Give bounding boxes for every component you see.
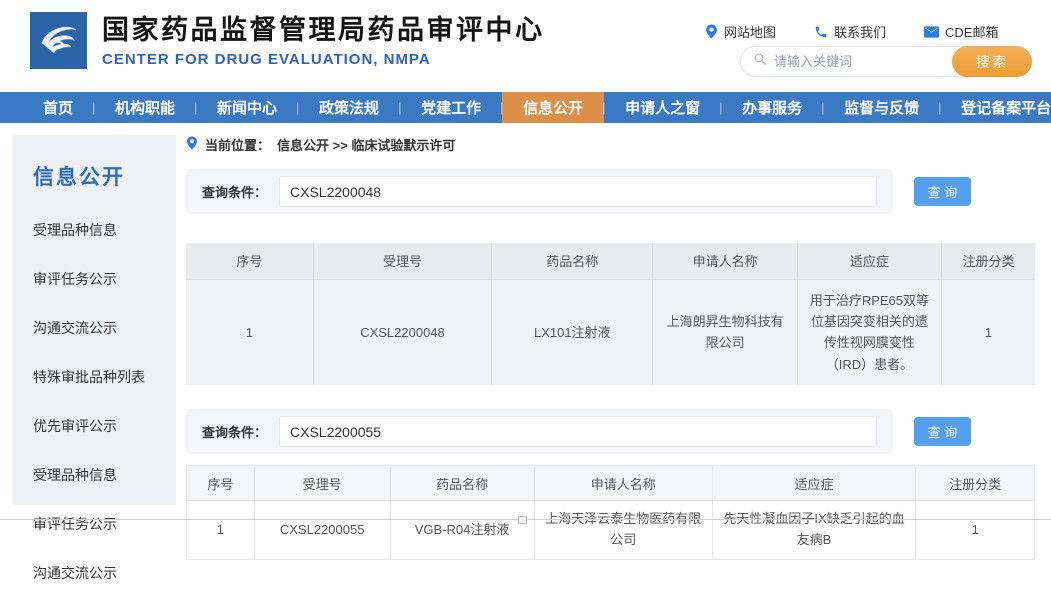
site-search-bar: 搜索 xyxy=(740,46,1032,77)
nav-item-info-disclosure[interactable]: 信息公开 xyxy=(500,92,605,123)
sitemap-link[interactable]: 网站地图 xyxy=(705,22,776,41)
resize-handle[interactable] xyxy=(518,516,527,524)
sidebar-title: 信息公开 xyxy=(33,166,125,189)
col-header-indication: 适应症 xyxy=(797,243,943,280)
sitemap-label: 网站地图 xyxy=(724,25,777,40)
mail-icon xyxy=(924,25,940,38)
col-header-applicant: 申请人名称 xyxy=(533,465,713,502)
cell-applicant: 上海天泽云泰生物医药有限公司 xyxy=(533,500,713,560)
query-row-1: 查询条件： 查 询 xyxy=(186,169,1035,214)
col-header-reg-class: 注册分类 xyxy=(941,243,1035,280)
col-header-seq: 序号 xyxy=(186,243,314,280)
contact-us-label: 联系我们 xyxy=(834,25,887,40)
cell-drug-name: VGB-R04注射液 xyxy=(389,500,535,560)
site-title: 国家药品监督管理局药品审评中心 xyxy=(102,15,545,45)
query-section-1: 查询条件： 查 询 序号 受理号 药品名称 申请人名称 适应症 注册分类 xyxy=(186,169,1035,386)
nav-item-supervision-feedback[interactable]: 监督与反馈 xyxy=(821,92,940,123)
cell-indication: 先天性凝血因子IX缺乏引起的血友病B xyxy=(711,500,917,560)
col-header-seq: 序号 xyxy=(186,465,255,502)
search-icon xyxy=(753,52,767,71)
col-header-acceptance-no: 受理号 xyxy=(313,243,493,280)
query-section-2: 查询条件： 查 询 序号 受理号 药品名称 申请人名称 适应症 注册分类 xyxy=(186,409,1035,560)
results-table-1: 序号 受理号 药品名称 申请人名称 适应症 注册分类 1 CXSL2200048… xyxy=(186,243,1035,386)
cell-applicant: 上海朗昇生物科技有限公司 xyxy=(652,279,798,386)
sidebar: 信息公开 受理品种信息 审评任务公示 沟通交流公示 特殊审批品种列表 优先审评公… xyxy=(13,135,176,581)
nav-item-news[interactable]: 新闻中心 xyxy=(194,92,298,123)
sidebar-item-accepted-products-2[interactable]: 受理品种信息 xyxy=(33,450,176,499)
cell-acceptance-no: CXSL2200048 xyxy=(313,279,493,386)
sidebar-item-special-approval[interactable]: 特殊审批品种列表 xyxy=(33,352,176,401)
cell-indication: 用于治疗RPE65双等位基因突变相关的遗传性视网膜变性（IRD）患者。 xyxy=(797,279,943,386)
query-condition-label-2: 查询条件： xyxy=(202,425,268,441)
location-pin-icon xyxy=(705,24,718,39)
main-content: 当前位置： 信息公开 >> 临床试验默示许可 查询条件： 查 询 序号 受理号 xyxy=(186,131,1035,560)
cell-reg-class: 1 xyxy=(941,279,1035,386)
query-row-2: 查询条件： 查 询 xyxy=(186,409,1035,455)
table-row: 1 CXSL2200048 LX101注射液 上海朗昇生物科技有限公司 用于治疗… xyxy=(186,279,1035,386)
search-button[interactable]: 搜索 xyxy=(952,46,1032,77)
sidebar-item-review-tasks-2[interactable]: 审评任务公示 xyxy=(33,499,176,548)
query-condition-input-2[interactable] xyxy=(279,416,877,448)
nav-item-registration-platform[interactable]: 登记备案平台 xyxy=(938,92,1051,123)
cell-seq: 1 xyxy=(186,279,314,386)
header-quick-links: 网站地图 联系我们 CDE邮箱 xyxy=(705,22,998,41)
nav-item-party-building[interactable]: 党建工作 xyxy=(398,92,502,123)
breadcrumb-pin-icon xyxy=(186,136,198,153)
phone-icon xyxy=(814,25,828,39)
cell-acceptance-no: CXSL2200055 xyxy=(253,500,391,560)
col-header-drug-name: 药品名称 xyxy=(491,243,654,280)
query-panel-1: 查询条件： xyxy=(186,169,893,214)
col-header-indication: 适应症 xyxy=(711,465,917,502)
col-header-applicant: 申请人名称 xyxy=(652,243,798,280)
nav-item-home[interactable]: 首页 xyxy=(22,92,94,123)
cde-logo[interactable] xyxy=(30,12,87,69)
col-header-acceptance-no: 受理号 xyxy=(253,465,391,502)
query-button-2[interactable]: 查 询 xyxy=(914,417,971,447)
search-input[interactable] xyxy=(774,54,952,69)
table-row: 1 CXSL2200055 VGB-R04注射液 上海天泽云泰生物医药有限公司 … xyxy=(186,500,1035,560)
query-condition-label-1: 查询条件： xyxy=(202,185,268,200)
query-panel-2: 查询条件： xyxy=(186,409,893,455)
viewport-bottom-edge xyxy=(0,516,1051,524)
site-subtitle: CENTER FOR DRUG EVALUATION, NMPA xyxy=(102,51,431,69)
sidebar-item-priority-review[interactable]: 优先审评公示 xyxy=(33,401,176,450)
breadcrumb-path: 信息公开 >> 临床试验默示许可 xyxy=(277,138,456,153)
site-title-block: 国家药品监督管理局药品审评中心 CENTER FOR DRUG EVALUATI… xyxy=(102,12,545,68)
nav-item-services[interactable]: 办事服务 xyxy=(719,92,823,123)
table-1-header-row: 序号 受理号 药品名称 申请人名称 适应症 注册分类 xyxy=(186,243,1035,280)
col-header-reg-class: 注册分类 xyxy=(915,465,1035,502)
cde-mail-label: CDE邮箱 xyxy=(945,25,999,40)
main-nav: 首页 机构职能 新闻中心 政策法规 党建工作 信息公开 申请人之窗 办事服务 监… xyxy=(0,92,1051,123)
table-2-header-row: 序号 受理号 药品名称 申请人名称 适应症 注册分类 xyxy=(186,465,1035,502)
sidebar-item-review-tasks[interactable]: 审评任务公示 xyxy=(33,254,176,303)
cell-drug-name: LX101注射液 xyxy=(491,279,654,386)
breadcrumb: 当前位置： 信息公开 >> 临床试验默示许可 xyxy=(186,131,1035,156)
nav-item-policies[interactable]: 政策法规 xyxy=(296,92,400,123)
cell-seq: 1 xyxy=(186,500,255,560)
cde-mail-link[interactable]: CDE邮箱 xyxy=(924,22,998,41)
nav-item-applicant-window[interactable]: 申请人之窗 xyxy=(602,92,721,123)
sidebar-item-communication-2[interactable]: 沟通交流公示 xyxy=(33,548,176,597)
sidebar-item-accepted-products[interactable]: 受理品种信息 xyxy=(33,205,176,254)
breadcrumb-label: 当前位置： xyxy=(205,138,271,153)
site-header: 国家药品监督管理局药品审评中心 CENTER FOR DRUG EVALUATI… xyxy=(0,0,1051,92)
results-table-2: 序号 受理号 药品名称 申请人名称 适应症 注册分类 1 CXSL2200055… xyxy=(186,465,1035,560)
cell-reg-class: 1 xyxy=(915,500,1035,560)
cde-swoosh-icon xyxy=(36,15,82,66)
contact-us-link[interactable]: 联系我们 xyxy=(814,22,886,41)
query-condition-input-1[interactable] xyxy=(279,176,877,207)
query-button-1[interactable]: 查 询 xyxy=(914,177,971,206)
col-header-drug-name: 药品名称 xyxy=(389,465,535,502)
sidebar-item-communication[interactable]: 沟通交流公示 xyxy=(33,303,176,352)
nav-item-functions[interactable]: 机构职能 xyxy=(92,92,196,123)
